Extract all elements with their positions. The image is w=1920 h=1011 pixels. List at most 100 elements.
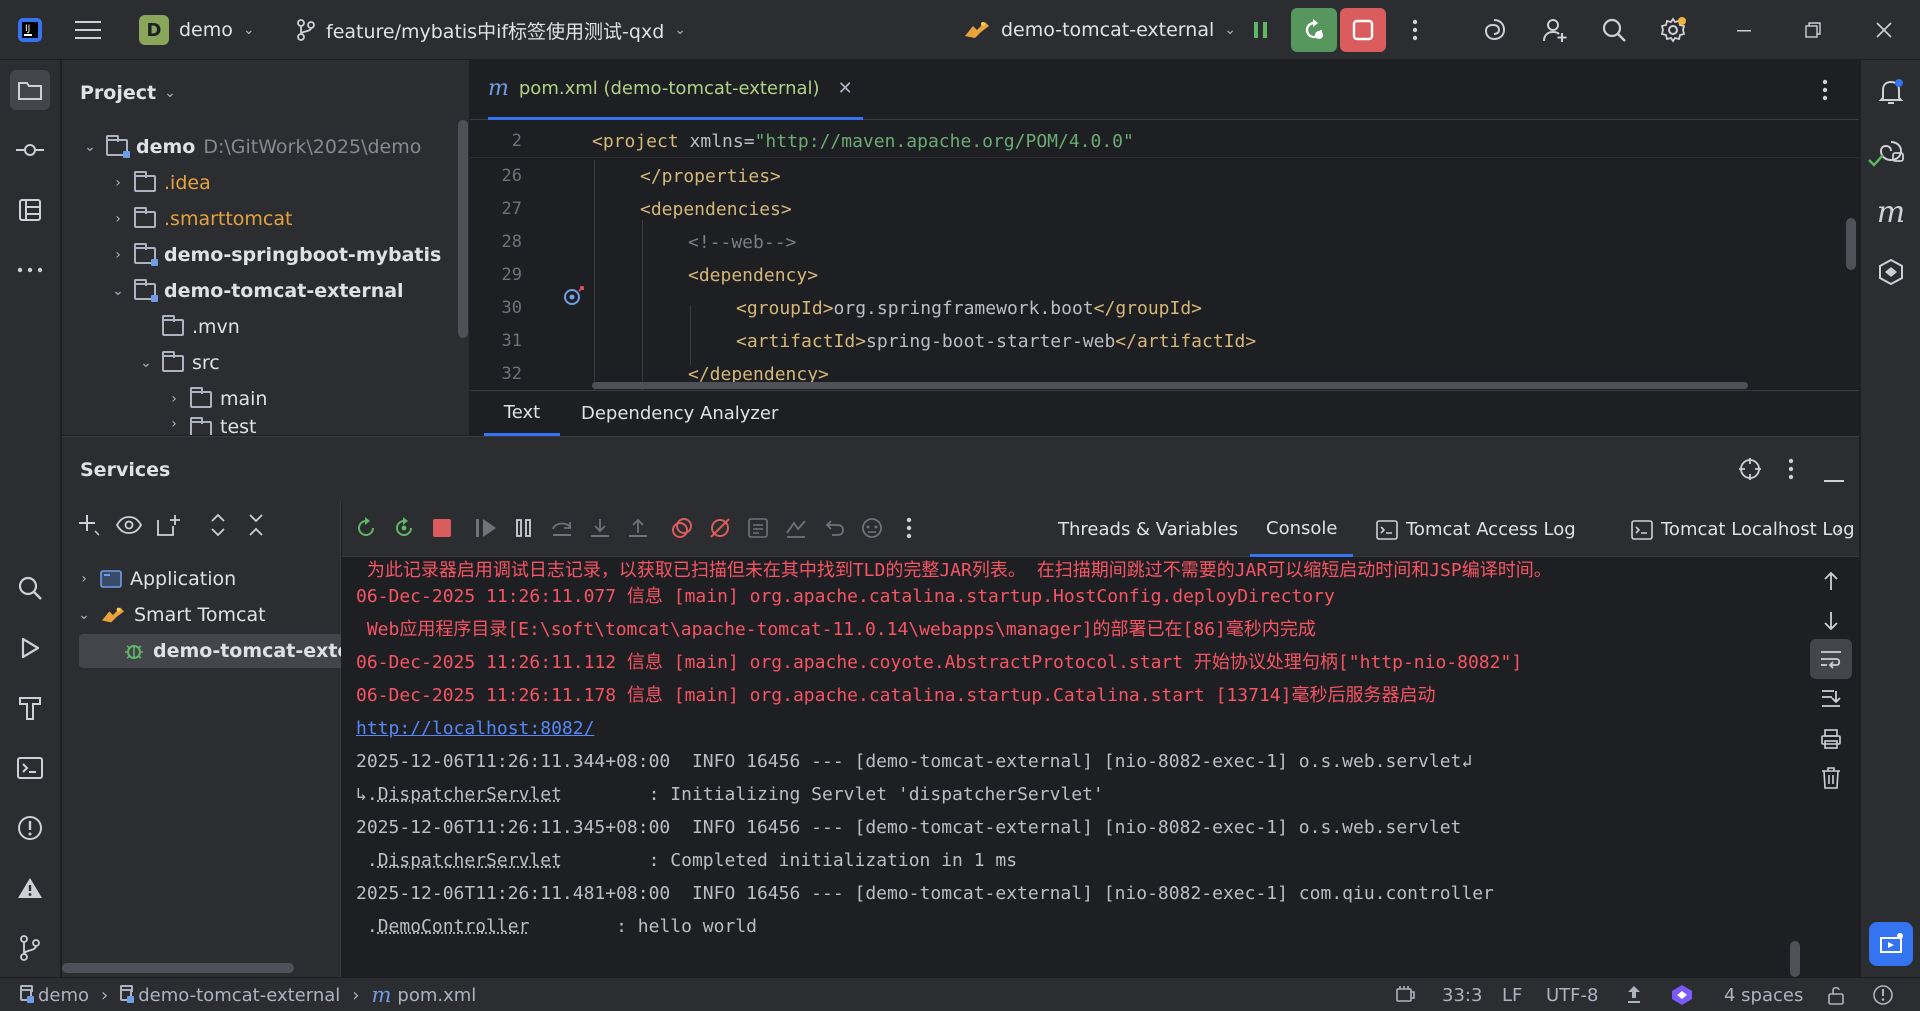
- tree-item-test[interactable]: › test: [166, 416, 257, 435]
- scroll-up-arrow-icon[interactable]: [1813, 563, 1849, 599]
- tree-item-main[interactable]: › main: [166, 382, 267, 416]
- minimize-window-icon[interactable]: [1724, 10, 1764, 50]
- step-into-icon[interactable]: [582, 510, 618, 546]
- chevron-down-icon[interactable]: ⌄: [138, 355, 154, 371]
- reset-frame-icon[interactable]: [816, 510, 852, 546]
- chevron-down-icon[interactable]: ⌄: [82, 139, 98, 155]
- tab-console[interactable]: Console: [1250, 502, 1354, 557]
- tree-item-mvn[interactable]: .mvn: [162, 310, 240, 344]
- locate-crosshair-icon[interactable]: [1738, 457, 1762, 486]
- close-tab-icon[interactable]: ✕: [838, 78, 853, 99]
- chevron-right-icon[interactable]: ›: [1836, 518, 1843, 539]
- tree-item-demo-springboot-mybatis[interactable]: › demo-springboot-mybatis: [110, 238, 441, 272]
- breadcrumb-item[interactable]: demo: [38, 985, 89, 1006]
- code-line[interactable]: 31 <artifactId>spring-boot-starter-web</…: [470, 325, 1859, 358]
- view-breakpoints-icon[interactable]: [664, 510, 700, 546]
- commit-icon[interactable]: [10, 130, 50, 170]
- collapse-all-icon[interactable]: [246, 512, 266, 543]
- chevron-down-icon[interactable]: ⌄: [76, 607, 92, 623]
- terminal-icon[interactable]: [10, 748, 50, 788]
- step-out-icon[interactable]: [620, 510, 656, 546]
- console-output[interactable]: 为此记录器启用调试日志记录，以获取已扫描但未在其中找到TLD的完整JAR列表。 …: [342, 557, 1804, 978]
- tab-tomcat-localhost-log[interactable]: Tomcat Localhost Log: [1631, 502, 1855, 557]
- tree-horizontal-scrollbar[interactable]: [62, 963, 294, 973]
- stop-icon[interactable]: [424, 510, 460, 546]
- read-only-lock-icon[interactable]: [1826, 978, 1846, 1011]
- notifications-info-icon[interactable]: [1872, 978, 1894, 1011]
- chevron-right-icon[interactable]: ›: [76, 571, 92, 587]
- hide-panel-icon[interactable]: [1824, 468, 1844, 489]
- add-user-icon[interactable]: [1535, 10, 1575, 50]
- app-logo-icon[interactable]: IJ: [10, 10, 50, 50]
- tab-tomcat-access-log[interactable]: Tomcat Access Log: [1376, 502, 1576, 557]
- memory-indicator-icon[interactable]: [1394, 978, 1416, 1011]
- main-menu-icon[interactable]: [68, 10, 108, 50]
- close-window-icon[interactable]: [1864, 10, 1904, 50]
- debug-pause-icon[interactable]: [1241, 10, 1281, 50]
- restore-window-icon[interactable]: [1793, 10, 1833, 50]
- chevron-right-icon[interactable]: ›: [110, 175, 126, 191]
- run-to-cursor-icon[interactable]: [778, 510, 814, 546]
- stop-button[interactable]: [1340, 8, 1386, 52]
- code-line[interactable]: 29 <dependency>: [470, 259, 1859, 305]
- problems-icon[interactable]: [10, 808, 50, 848]
- chevron-right-icon[interactable]: ›: [166, 416, 182, 432]
- notifications-bell-icon[interactable]: [1871, 72, 1911, 112]
- code-line[interactable]: 27 <dependencies>: [470, 193, 1859, 226]
- console-link[interactable]: http://localhost:8082/: [356, 712, 594, 745]
- evaluate-expression-icon[interactable]: [740, 510, 776, 546]
- soft-wrap-icon[interactable]: [1810, 639, 1852, 679]
- view-options-eye-icon[interactable]: [115, 514, 143, 541]
- tree-item-smart-tomcat[interactable]: ⌄ Smart Tomcat: [76, 598, 265, 632]
- indent-setting[interactable]: 4 spaces: [1724, 978, 1803, 1011]
- rerun-updated-icon[interactable]: [386, 510, 422, 546]
- add-service-icon[interactable]: [76, 512, 102, 543]
- scroll-down-arrow-icon[interactable]: [1813, 603, 1849, 639]
- more-tools-icon[interactable]: [10, 250, 50, 290]
- file-encoding[interactable]: UTF-8: [1546, 978, 1598, 1011]
- chevron-right-icon[interactable]: ›: [166, 391, 182, 407]
- maven-icon[interactable]: m: [1871, 192, 1911, 232]
- chevron-down-icon[interactable]: ⌄: [110, 283, 126, 299]
- tree-item-idea[interactable]: › .idea: [110, 166, 211, 200]
- find-search-icon[interactable]: [10, 568, 50, 608]
- resume-icon[interactable]: [468, 510, 504, 546]
- console-class-link[interactable]: DemoController: [378, 916, 530, 937]
- project-selector[interactable]: D demo ⌄: [139, 0, 255, 60]
- options-more-icon[interactable]: [1788, 458, 1794, 485]
- project-tool-folder-icon[interactable]: [10, 70, 50, 110]
- tree-item-demo[interactable]: ⌄ demo D:\GitWork\2025\demo: [82, 130, 421, 164]
- more-debug-actions-icon[interactable]: [891, 510, 927, 546]
- tree-item-application[interactable]: › Application: [76, 562, 236, 596]
- code-line[interactable]: 28 <!--web-->: [470, 226, 1859, 259]
- settings-gear-icon[interactable]: [1653, 10, 1693, 50]
- editor-horizontal-scrollbar[interactable]: [592, 382, 1748, 389]
- ai-plugin-icon[interactable]: [1670, 978, 1694, 1011]
- project-scrollbar[interactable]: [458, 120, 468, 338]
- tab-text[interactable]: Text: [484, 391, 560, 436]
- tree-item-demo-tomcat-external[interactable]: ⌄ demo-tomcat-external: [110, 274, 404, 308]
- tree-item-src[interactable]: ⌄ src: [138, 346, 220, 380]
- step-over-icon[interactable]: [544, 510, 580, 546]
- rerun-icon[interactable]: [348, 510, 384, 546]
- line-separator[interactable]: LF: [1502, 978, 1522, 1011]
- run-config-selector[interactable]: demo-tomcat-external ⌄: [963, 0, 1236, 60]
- new-group-icon[interactable]: [156, 512, 182, 543]
- rerun-debug-button[interactable]: [1291, 8, 1337, 52]
- console-class-link[interactable]: DispatcherServlet: [378, 850, 562, 871]
- search-icon[interactable]: [1594, 10, 1634, 50]
- project-panel-header[interactable]: Project ⌄: [80, 82, 176, 104]
- structure-icon[interactable]: [10, 190, 50, 230]
- threads-dump-icon[interactable]: [854, 510, 890, 546]
- clear-all-trash-icon[interactable]: [1813, 760, 1849, 796]
- expand-all-icon[interactable]: [208, 512, 228, 543]
- editor-tab-pom[interactable]: m pom.xml (demo-tomcat-external) ✕: [488, 60, 863, 120]
- version-control-icon[interactable]: [10, 928, 50, 968]
- code-line[interactable]: 30 <groupId>org.springframework.boot</gr…: [470, 292, 1859, 325]
- console-class-link[interactable]: DispatcherServlet: [378, 784, 562, 805]
- console-scrollbar[interactable]: [1790, 941, 1800, 977]
- branch-selector[interactable]: feature/mybatis中if标签使用测试-qxd ⌄: [296, 0, 686, 60]
- tab-threads-variables[interactable]: Threads & Variables: [1058, 502, 1238, 557]
- ai-agent-icon[interactable]: [1869, 922, 1913, 966]
- editor-options-icon[interactable]: [1822, 79, 1828, 106]
